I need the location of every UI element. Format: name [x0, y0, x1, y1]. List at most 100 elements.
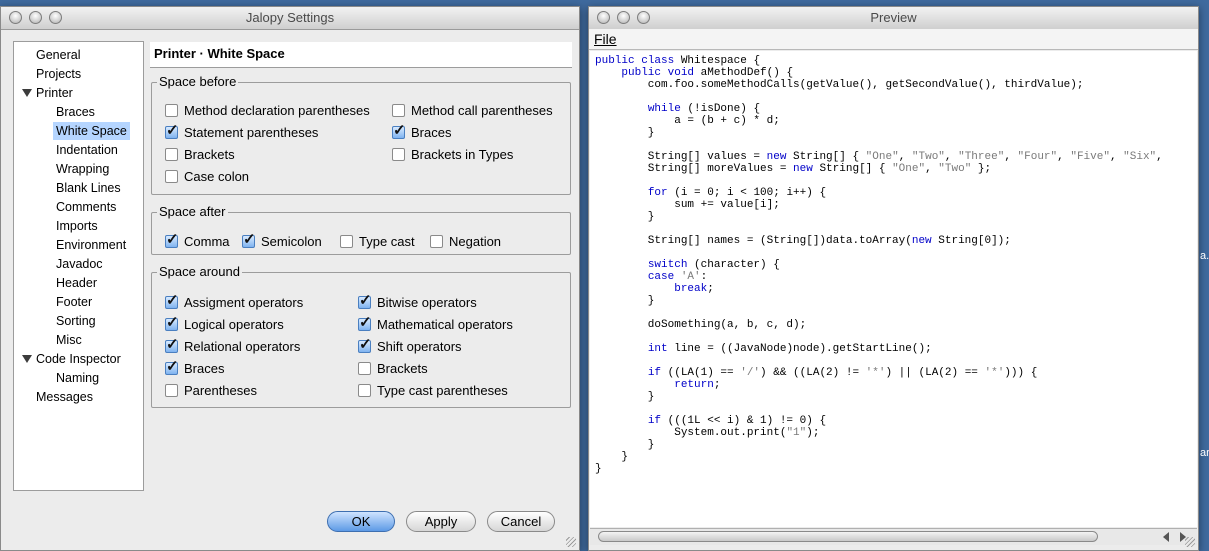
resize-grip-icon[interactable] — [1185, 537, 1195, 547]
tree-item[interactable]: Projects — [36, 65, 81, 83]
scroll-left-icon[interactable] — [1163, 532, 1169, 542]
checkbox-checked-icon[interactable] — [165, 314, 179, 332]
preview-window: Preview File public class Whitespace { p… — [588, 6, 1199, 551]
code-line: } — [595, 127, 655, 139]
code-line: int line = ((JavaNode)node).getStartLine… — [647, 343, 932, 355]
checkbox-checked-icon[interactable] — [358, 314, 372, 332]
tree-item[interactable]: Printer — [36, 84, 73, 102]
tree-item[interactable]: Naming — [56, 369, 99, 387]
checkbox-label: Mathematical operators — [377, 317, 513, 332]
expand-triangle-icon[interactable] — [22, 355, 32, 363]
code-line: } — [595, 391, 655, 403]
panel-header: Printer · White Space — [150, 42, 572, 68]
checkbox-label: Assigment operators — [184, 295, 304, 310]
code-line: if (((1L << i) & 1) != 0) { — [647, 415, 827, 427]
tree-item[interactable]: Misc — [56, 331, 82, 349]
code-line: return; — [674, 379, 721, 391]
checkbox-label: Bitwise operators — [377, 295, 477, 310]
cancel-button[interactable]: Cancel — [487, 511, 555, 532]
code-line: String[] names = (String[])data.toArray(… — [595, 235, 1011, 247]
checkbox-unchecked-icon[interactable] — [165, 170, 178, 183]
checkbox-unchecked-icon[interactable] — [392, 104, 405, 117]
scrollbar-thumb[interactable] — [598, 531, 1098, 542]
checkbox-unchecked-icon[interactable] — [358, 362, 371, 375]
tree-item[interactable]: Environment — [56, 236, 126, 254]
checkbox-unchecked-icon[interactable] — [358, 384, 371, 397]
checkbox-label: Method call parentheses — [411, 103, 553, 118]
code-line: sum += value[i]; — [595, 199, 780, 211]
checkbox-unchecked-icon[interactable] — [340, 235, 353, 248]
window-title: Preview — [870, 10, 917, 25]
tree-item[interactable]: Comments — [56, 198, 116, 216]
window-title: Jalopy Settings — [245, 10, 335, 25]
code-line: for (i = 0; i < 100; i++) { — [647, 187, 827, 199]
tree-item[interactable]: Indentation — [56, 141, 118, 159]
checkbox-label: Negation — [449, 234, 502, 249]
tree-item[interactable]: Blank Lines — [56, 179, 121, 197]
code-line: a = (b + c) * d; — [595, 115, 780, 127]
checkbox-unchecked-icon[interactable] — [165, 104, 178, 117]
tree-item[interactable]: General — [36, 46, 80, 64]
checkbox-checked-icon[interactable] — [165, 231, 179, 249]
tree-item[interactable]: Sorting — [56, 312, 96, 330]
resize-grip-icon[interactable] — [566, 537, 576, 547]
tree-item[interactable]: Javadoc — [56, 255, 103, 273]
tree-item[interactable]: Wrapping — [56, 160, 109, 178]
code-line: break; — [674, 283, 714, 295]
apply-button[interactable]: Apply — [406, 511, 476, 532]
checkbox-checked-icon[interactable] — [165, 292, 179, 310]
desktop-fragment: ar — [1200, 447, 1209, 459]
code-line: switch (character) { — [647, 259, 780, 271]
tree-item[interactable]: Imports — [56, 217, 98, 235]
settings-titlebar: Jalopy Settings — [1, 7, 579, 30]
checkbox-checked-icon[interactable] — [358, 336, 372, 354]
panel-title: Printer · White Space — [154, 46, 285, 61]
checkbox-unchecked-icon[interactable] — [392, 148, 405, 161]
close-window-icon[interactable] — [597, 11, 610, 24]
checkbox-label: Braces — [411, 125, 452, 140]
checkbox-unchecked-icon[interactable] — [165, 148, 178, 161]
checkbox-checked-icon[interactable] — [392, 122, 406, 140]
settings-window: Jalopy Settings General Projects Printer Br… — [0, 6, 580, 551]
checkbox-unchecked-icon[interactable] — [430, 235, 443, 248]
menu-file[interactable]: File — [594, 31, 617, 47]
checkbox-checked-icon[interactable] — [242, 231, 256, 249]
close-window-icon[interactable] — [9, 11, 22, 24]
zoom-window-icon[interactable] — [637, 11, 650, 24]
zoom-window-icon[interactable] — [49, 11, 62, 24]
expand-triangle-icon[interactable] — [22, 89, 32, 97]
horizontal-scrollbar[interactable] — [590, 528, 1197, 545]
checkbox-checked-icon[interactable] — [165, 122, 179, 140]
checkbox-label: Brackets — [184, 147, 235, 162]
minimize-window-icon[interactable] — [29, 11, 42, 24]
tree-item[interactable]: Code Inspector — [36, 350, 121, 368]
checkbox-label: Brackets in Types — [411, 147, 514, 162]
desktop-fragment: a.f — [1200, 250, 1209, 262]
minimize-window-icon[interactable] — [617, 11, 630, 24]
code-line: public void aMethodDef() { — [621, 67, 794, 79]
settings-category-tree[interactable]: General Projects Printer Braces White Space I… — [13, 41, 144, 491]
code-line: case 'A': — [647, 271, 708, 283]
code-line: } — [595, 211, 655, 223]
code-preview[interactable]: public class Whitespace { public void aM… — [590, 51, 1197, 527]
checkbox-checked-icon[interactable] — [165, 336, 179, 354]
checkbox-checked-icon[interactable] — [358, 292, 372, 310]
tree-item[interactable]: Header — [56, 274, 97, 292]
tree-item[interactable]: Braces — [56, 103, 95, 121]
code-line: String[] moreValues = new String[] { "On… — [595, 163, 992, 175]
tree-item[interactable]: Messages — [36, 388, 93, 406]
checkbox-label: Braces — [184, 361, 225, 376]
checkbox-label: Shift operators — [377, 339, 462, 354]
tree-item[interactable]: White Space — [53, 122, 130, 140]
checkbox-checked-icon[interactable] — [165, 358, 179, 376]
ok-button[interactable]: OK — [327, 511, 395, 532]
checkbox-label: Type cast — [359, 234, 415, 249]
tree-item[interactable]: Footer — [56, 293, 92, 311]
checkbox-unchecked-icon[interactable] — [165, 384, 178, 397]
checkbox-label: Type cast parentheses — [377, 383, 508, 398]
code-line: String[] values = new String[] { "One", … — [595, 151, 1163, 163]
menu-bar: File — [589, 29, 1198, 50]
code-line: } — [595, 463, 602, 475]
checkbox-label: Case colon — [184, 169, 250, 184]
checkbox-label: Method declaration parentheses — [184, 103, 370, 118]
